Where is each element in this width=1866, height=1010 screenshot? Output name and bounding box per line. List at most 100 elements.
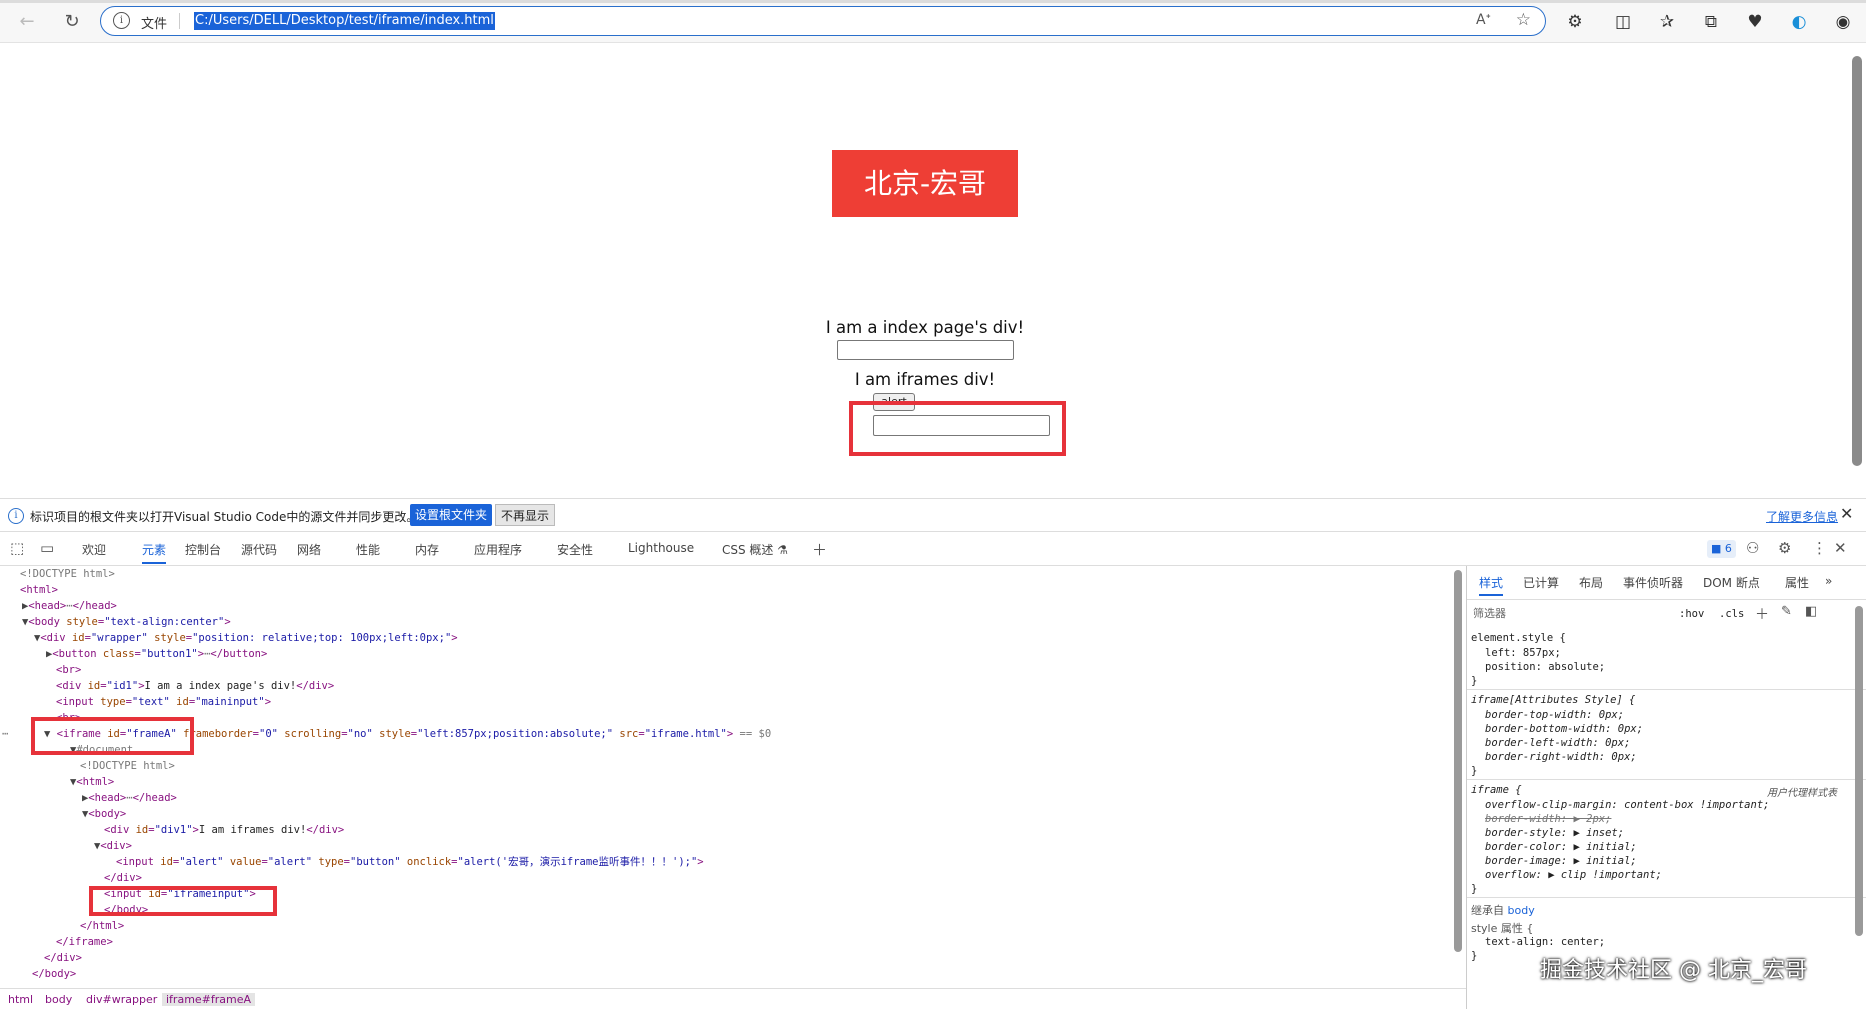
dom-line[interactable]: <html>	[20, 582, 58, 598]
tab-memory[interactable]: 内存	[415, 541, 439, 558]
style-prop: border-image: ▶ initial;	[1485, 855, 1637, 867]
title-button[interactable]: 北京-宏哥	[832, 150, 1018, 217]
styles-scrollbar[interactable]	[1855, 606, 1863, 936]
performance-icon[interactable]: ♥	[1742, 9, 1768, 35]
highlight-box-iframe-tag	[31, 717, 194, 755]
breadcrumb-iframe-frameA[interactable]: iframe#frameA	[162, 993, 256, 1006]
style-attr-label: style 属性 {	[1471, 922, 1534, 935]
address-bar[interactable]: i 文件 C:/Users/DELL/Desktop/test/iframe/i…	[100, 6, 1546, 36]
dom-line[interactable]: ▶<head>⋯</head>	[82, 790, 177, 806]
tab-performance[interactable]: 性能	[356, 541, 380, 558]
split-screen-icon[interactable]: ◫	[1610, 9, 1636, 35]
close-icon[interactable]: ✕	[1840, 504, 1853, 523]
tab-security[interactable]: 安全性	[557, 541, 593, 558]
add-tab-icon[interactable]: ＋	[812, 539, 827, 560]
elements-scrollbar[interactable]	[1454, 570, 1462, 952]
dom-line[interactable]: <!DOCTYPE html>	[80, 758, 175, 774]
breadcrumb-html[interactable]: html	[8, 993, 33, 1006]
favorites-icon[interactable]: ✰	[1654, 9, 1680, 35]
back-icon[interactable]: ←	[15, 10, 39, 34]
style-prop[interactable]: position: absolute;	[1485, 661, 1605, 673]
inspect-icon[interactable]: ⬚	[10, 539, 24, 557]
dom-line[interactable]: ▼<body style="text-align:center">	[22, 614, 231, 630]
main-input[interactable]	[837, 340, 1014, 360]
tab-layout[interactable]: 布局	[1579, 574, 1603, 591]
dom-line[interactable]: </iframe>	[56, 934, 113, 950]
cls-button[interactable]: .cls	[1719, 608, 1744, 620]
dom-line[interactable]: </div>	[44, 950, 82, 966]
tab-welcome[interactable]: 欢迎	[82, 541, 106, 558]
edge-icon[interactable]: ◐	[1786, 9, 1812, 35]
dom-line[interactable]: <!DOCTYPE html>	[20, 566, 115, 582]
paint-icon[interactable]: ✎	[1781, 604, 1792, 619]
dom-line[interactable]: ▼<html>	[70, 774, 114, 790]
inherited-from-link[interactable]: body	[1508, 904, 1535, 917]
close-devtools-icon[interactable]: ✕	[1834, 539, 1847, 557]
url-text[interactable]: C:/Users/DELL/Desktop/test/iframe/index.…	[194, 12, 495, 30]
highlight-box-iframeinput-tag	[89, 886, 277, 916]
page-scrollbar[interactable]	[1852, 56, 1862, 466]
tab-dom-breakpoints[interactable]: DOM 断点	[1703, 574, 1760, 591]
row-more-icon[interactable]: ⋯	[2, 726, 8, 742]
more-options-icon[interactable]: ⋮	[1812, 539, 1827, 557]
set-root-folder-button[interactable]: 设置根文件夹	[410, 504, 493, 526]
dom-line[interactable]: </html>	[80, 918, 124, 934]
dont-show-again-button[interactable]: 不再显示	[495, 504, 556, 526]
tab-styles[interactable]: 样式	[1479, 574, 1504, 596]
tab-strip-edge	[0, 0, 1866, 3]
extensions-icon[interactable]: ⚙	[1562, 9, 1588, 35]
tab-network[interactable]: 网络	[297, 541, 321, 558]
new-rule-icon[interactable]: ＋	[1755, 604, 1769, 624]
learn-more-link[interactable]: 了解更多信息	[1766, 508, 1838, 525]
breadcrumb-body[interactable]: body	[45, 993, 72, 1006]
address-label: 文件	[141, 17, 168, 32]
style-prop[interactable]: text-align: center;	[1485, 936, 1605, 948]
issues-badge[interactable]: ■ 6	[1707, 540, 1736, 558]
style-prop: border-style: ▶ inset;	[1485, 827, 1625, 839]
style-prop: border-bottom-width: 0px;	[1485, 723, 1644, 735]
refresh-icon[interactable]: ↻	[60, 10, 84, 34]
dom-line[interactable]: ▼<body>	[82, 806, 126, 822]
breadcrumb-div-wrapper[interactable]: div#wrapper	[86, 993, 157, 1006]
dom-line[interactable]: <div id="div1">I am iframes div!</div>	[104, 822, 344, 838]
tab-properties[interactable]: 属性	[1785, 574, 1809, 591]
dom-line[interactable]: ▶<button class="button1">⋯</button>	[46, 646, 267, 662]
connect-icon[interactable]: ⚇	[1746, 539, 1759, 557]
more-tabs-icon[interactable]: »	[1825, 574, 1832, 588]
style-prop-overridden: border-width: ▶ 2px;	[1485, 813, 1612, 825]
device-toolbar-icon[interactable]: ▭	[40, 539, 54, 557]
hov-button[interactable]: :hov	[1679, 608, 1704, 620]
dom-line[interactable]: </div>	[104, 870, 142, 886]
dom-line[interactable]: ▶<head>⋯</head>	[22, 598, 117, 614]
profile-icon[interactable]: ◉	[1830, 9, 1856, 35]
iframe-div-text: I am iframes div!	[854, 370, 996, 389]
collections-icon[interactable]: ⧉	[1698, 9, 1724, 35]
dom-line[interactable]: ▼<div>	[94, 838, 132, 854]
address-separator	[179, 13, 180, 29]
tab-computed[interactable]: 已计算	[1523, 574, 1559, 591]
tab-lighthouse[interactable]: Lighthouse	[628, 541, 694, 555]
iframe-ua-selector: iframe {	[1471, 784, 1522, 796]
tab-application[interactable]: 应用程序	[474, 541, 522, 558]
tab-event-listeners[interactable]: 事件侦听器	[1623, 574, 1683, 591]
dom-line[interactable]: <input id="alert" value="alert" type="bu…	[116, 854, 704, 870]
info-icon[interactable]: i	[113, 12, 130, 29]
tab-css-overview[interactable]: CSS 概述 ⚗	[722, 541, 788, 558]
divider	[1467, 599, 1866, 600]
devtools-tabbar: ⬚ ▭ 欢迎 元素 控制台 源代码 网络 性能 内存 应用程序 安全性 Ligh…	[0, 533, 1866, 566]
tab-elements[interactable]: 元素	[142, 541, 167, 564]
dom-line[interactable]: </body>	[32, 966, 76, 982]
filter-input[interactable]: 筛选器	[1473, 604, 1673, 624]
style-prop[interactable]: left: 857px;	[1485, 647, 1561, 659]
tab-console[interactable]: 控制台	[185, 541, 221, 558]
dom-line[interactable]: <br>	[56, 662, 81, 678]
dom-line[interactable]: ▼<div id="wrapper" style="position: rela…	[34, 630, 458, 646]
tab-sources[interactable]: 源代码	[241, 541, 277, 558]
read-aloud-icon[interactable]: Aᐩ	[1476, 12, 1491, 28]
dom-line[interactable]: <div id="id1">I am a index page's div!</…	[56, 678, 334, 694]
favorite-star-icon[interactable]: ☆	[1516, 10, 1531, 30]
sidebar-toggle-icon[interactable]: ◧	[1805, 604, 1817, 619]
style-prop: border-top-width: 0px;	[1485, 709, 1625, 721]
dom-line[interactable]: <input type="text" id="maininput">	[56, 694, 271, 710]
settings-gear-icon[interactable]: ⚙	[1778, 539, 1791, 557]
